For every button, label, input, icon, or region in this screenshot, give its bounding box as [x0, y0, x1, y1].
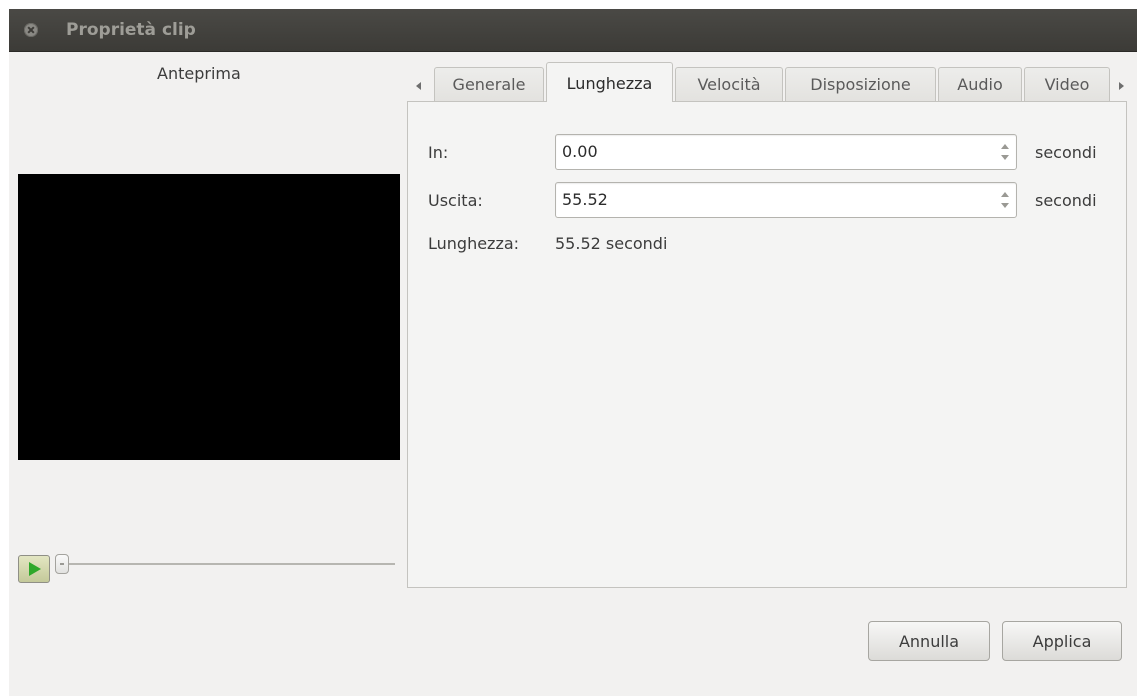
chevron-up-icon[interactable]: [1001, 144, 1009, 149]
tab-video[interactable]: Video: [1024, 67, 1110, 101]
window-title: Proprietà clip: [66, 20, 196, 40]
out-value[interactable]: 55.52: [562, 190, 608, 209]
tab-lunghezza[interactable]: Lunghezza: [546, 62, 673, 102]
preview-label: Anteprima: [157, 64, 241, 83]
chevron-right-icon[interactable]: [1119, 82, 1124, 90]
seek-slider-track[interactable]: [65, 563, 395, 565]
clip-properties-window: Proprietà clip Anteprima Generale Lunghe…: [9, 9, 1137, 696]
tab-disposizione[interactable]: Disposizione: [785, 67, 936, 101]
out-label: Uscita:: [428, 191, 483, 210]
close-icon[interactable]: [24, 23, 38, 37]
tab-audio[interactable]: Audio: [938, 67, 1022, 101]
apply-button[interactable]: Applica: [1002, 621, 1122, 661]
out-spin-field[interactable]: 55.52: [555, 182, 1017, 218]
play-button[interactable]: [18, 555, 50, 583]
chevron-up-icon[interactable]: [1001, 192, 1009, 197]
title-bar[interactable]: Proprietà clip: [9, 9, 1137, 52]
cancel-button[interactable]: Annulla: [868, 621, 990, 661]
seek-slider-handle[interactable]: [55, 554, 69, 574]
chevron-down-icon[interactable]: [1001, 203, 1009, 208]
in-spin-field[interactable]: 0.00: [555, 134, 1017, 170]
length-tab-panel: In: 0.00 secondi Uscita: 55.52 secondi L…: [407, 101, 1127, 588]
in-label: In:: [428, 143, 449, 162]
out-spin-buttons[interactable]: [1000, 192, 1010, 210]
chevron-down-icon[interactable]: [1001, 155, 1009, 160]
in-value[interactable]: 0.00: [562, 142, 598, 161]
chevron-left-icon[interactable]: [416, 82, 421, 90]
in-spin-buttons[interactable]: [1000, 144, 1010, 162]
duration-value: 55.52 secondi: [555, 234, 668, 253]
out-unit: secondi: [1035, 191, 1097, 210]
video-preview: [18, 174, 400, 460]
in-unit: secondi: [1035, 143, 1097, 162]
tab-generale[interactable]: Generale: [434, 67, 544, 101]
tab-velocita[interactable]: Velocità: [675, 67, 783, 101]
duration-label: Lunghezza:: [428, 234, 520, 253]
